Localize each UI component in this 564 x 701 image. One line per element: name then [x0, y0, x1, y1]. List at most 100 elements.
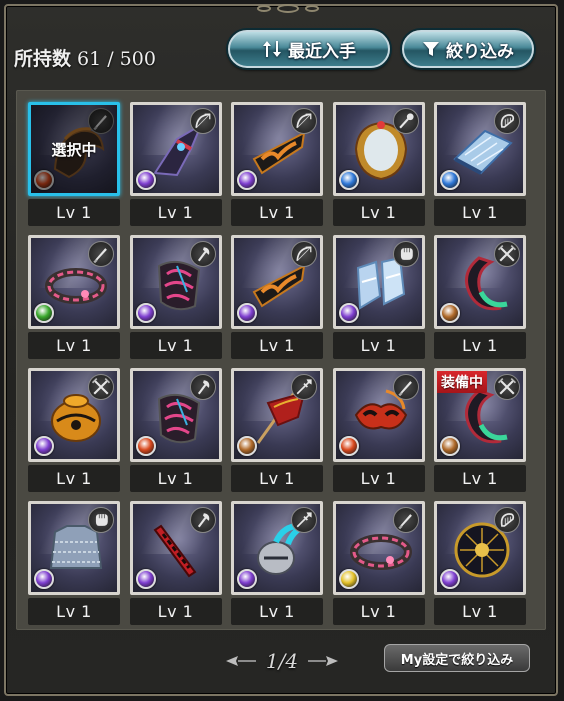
spear-icon — [291, 507, 317, 533]
inventory-item[interactable]: Lv 1 — [332, 501, 425, 625]
dark-element-icon — [440, 569, 460, 589]
bow-icon — [291, 108, 317, 134]
item-card[interactable]: 選択中 — [28, 102, 120, 196]
inventory-item[interactable]: Lv 1 — [332, 368, 425, 492]
inventory-item[interactable]: Lv 1 — [434, 501, 526, 625]
water-element-icon — [440, 170, 460, 190]
dark-element-icon — [34, 569, 54, 589]
item-card[interactable] — [28, 501, 120, 595]
equipped-badge: 装備中 — [437, 371, 487, 393]
knife-icon — [392, 374, 419, 400]
item-card[interactable] — [231, 235, 323, 329]
item-level: Lv 1 — [332, 598, 425, 625]
item-level: Lv 1 — [28, 199, 120, 226]
filter-button-label: 絞り込み — [446, 41, 514, 62]
item-level: Lv 1 — [28, 332, 120, 359]
sword-icon — [88, 374, 114, 400]
item-level: Lv 1 — [231, 465, 323, 492]
fist-icon — [88, 507, 114, 533]
sort-arrows-icon — [263, 41, 281, 57]
axe-icon — [189, 507, 216, 533]
item-card[interactable] — [231, 102, 323, 196]
inventory-item[interactable]: Lv 1 — [434, 235, 526, 359]
inventory-item[interactable]: 選択中 Lv 1 — [28, 102, 120, 226]
item-level: Lv 1 — [129, 465, 222, 492]
item-level: Lv 1 — [129, 598, 222, 625]
spear-icon — [291, 374, 317, 400]
item-level: Lv 1 — [231, 332, 323, 359]
inventory-item[interactable]: Lv 1 — [434, 102, 526, 226]
item-level: Lv 1 — [332, 199, 425, 226]
prev-page-arrow-icon[interactable] — [224, 654, 258, 668]
light-element-icon — [338, 569, 359, 589]
inventory-item[interactable]: Lv 1 — [28, 235, 120, 359]
item-card[interactable] — [332, 102, 425, 196]
item-card[interactable]: 装備中 — [434, 368, 526, 462]
item-card[interactable] — [332, 368, 425, 462]
funnel-icon — [423, 42, 439, 56]
frame-ornament — [238, 3, 338, 13]
item-card[interactable] — [332, 235, 425, 329]
dark-element-icon — [135, 303, 156, 323]
item-card[interactable] — [434, 102, 526, 196]
inventory-item[interactable]: Lv 1 — [28, 501, 120, 625]
item-level: Lv 1 — [129, 199, 222, 226]
dark-element-icon — [237, 303, 257, 323]
water-element-icon — [338, 170, 359, 190]
staff-icon — [392, 108, 419, 134]
item-count: 所持数 61 / 500 — [14, 44, 156, 71]
inventory-item[interactable]: 装備中 Lv 1 — [434, 368, 526, 492]
bow-icon — [189, 108, 216, 134]
my-setting-filter-button[interactable]: My設定で絞り込み — [384, 644, 530, 672]
item-card[interactable] — [129, 102, 222, 196]
item-grid: 選択中 Lv 1 Lv 1 Lv 1 Lv 1 Lv 1 Lv 1 Lv 1 Lv 1 Lv 1 L… — [16, 90, 546, 630]
dark-element-icon — [34, 436, 54, 456]
inventory-item[interactable]: Lv 1 — [231, 235, 323, 359]
inventory-item[interactable]: Lv 1 — [231, 102, 323, 226]
harp-icon — [494, 108, 520, 134]
item-card[interactable] — [231, 501, 323, 595]
item-card[interactable] — [129, 368, 222, 462]
filter-button[interactable]: 絞り込み — [402, 30, 534, 68]
earth-element-icon — [440, 436, 460, 456]
item-level: Lv 1 — [28, 598, 120, 625]
fist-icon — [392, 241, 419, 267]
item-card[interactable] — [434, 235, 526, 329]
inventory-item[interactable]: Lv 1 — [231, 501, 323, 625]
item-level: Lv 1 — [434, 199, 526, 226]
item-level: Lv 1 — [129, 332, 222, 359]
item-card[interactable] — [28, 235, 120, 329]
inventory-item[interactable]: Lv 1 — [28, 368, 120, 492]
dark-element-icon — [237, 170, 257, 190]
inventory-item[interactable]: Lv 1 — [129, 102, 222, 226]
sort-button-label: 最近入手 — [288, 41, 356, 62]
sword-icon — [494, 241, 520, 267]
dark-element-icon — [237, 569, 257, 589]
inventory-item[interactable]: Lv 1 — [231, 368, 323, 492]
next-page-arrow-icon[interactable] — [306, 654, 340, 668]
item-card[interactable] — [434, 501, 526, 595]
inventory-item[interactable]: Lv 1 — [129, 235, 222, 359]
item-card[interactable] — [231, 368, 323, 462]
item-card[interactable] — [28, 368, 120, 462]
item-level: Lv 1 — [434, 598, 526, 625]
inventory-item[interactable]: Lv 1 — [129, 501, 222, 625]
item-card[interactable] — [129, 235, 222, 329]
item-level: Lv 1 — [231, 598, 323, 625]
harp-icon — [494, 507, 520, 533]
sort-button[interactable]: 最近入手 — [228, 30, 390, 68]
inventory-item[interactable]: Lv 1 — [332, 235, 425, 359]
item-level: Lv 1 — [28, 465, 120, 492]
item-level: Lv 1 — [332, 465, 425, 492]
item-level: Lv 1 — [231, 199, 323, 226]
inventory-item[interactable]: Lv 1 — [332, 102, 425, 226]
sword-icon — [494, 374, 520, 400]
item-count-value: 61 / 500 — [77, 48, 156, 70]
item-card[interactable] — [129, 501, 222, 595]
inventory-item[interactable]: Lv 1 — [129, 368, 222, 492]
selected-label: 選択中 — [31, 105, 117, 193]
fire-element-icon — [338, 436, 359, 456]
dark-element-icon — [135, 170, 156, 190]
item-card[interactable] — [332, 501, 425, 595]
bow-icon — [291, 241, 317, 267]
